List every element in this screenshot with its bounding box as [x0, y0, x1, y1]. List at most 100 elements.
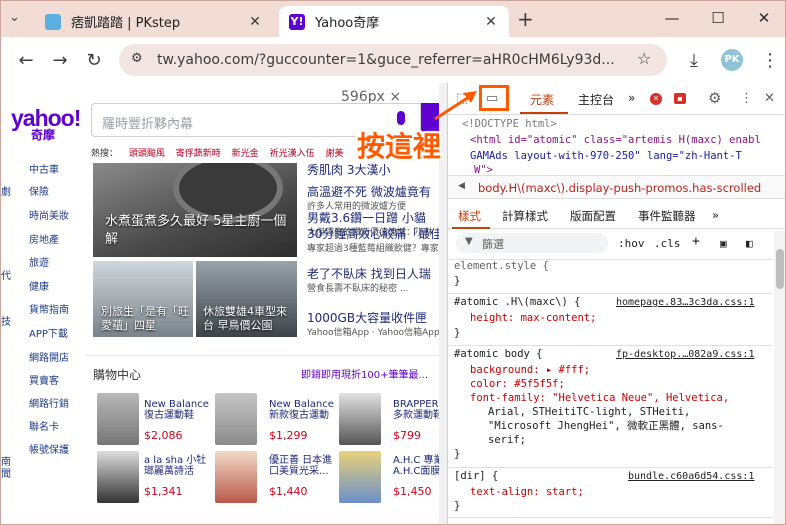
address-bar[interactable]: ⚙ tw.yahoo.com/?guccounter=1&guce_referr… — [119, 44, 667, 76]
category-edge[interactable]: 技 — [1, 313, 11, 328]
category-item[interactable]: 網路開店 — [29, 349, 69, 364]
add-rule-icon[interactable]: + — [692, 234, 700, 249]
reload-button[interactable]: ↻ — [81, 48, 107, 74]
category-item[interactable]: 網路行銷 — [29, 395, 69, 410]
news-headline[interactable]: 男戴3.6鑽一日蹭 小貓 — [307, 209, 426, 226]
profile-avatar[interactable]: PK — [721, 49, 743, 71]
subtab-more[interactable]: » — [712, 208, 719, 222]
paint-icon[interactable]: ▣ — [720, 237, 727, 250]
styles-scroll-thumb[interactable] — [776, 249, 784, 289]
news-thumb-2-caption[interactable]: 休旅雙雄4車型來台 早鳥價公園 — [203, 305, 295, 333]
product-image[interactable] — [215, 393, 257, 445]
breadcrumb-text[interactable]: body.H\(maxc\).display-push-promos.has-s… — [478, 181, 761, 195]
site-info-icon[interactable]: ⚙ — [131, 51, 143, 66]
category-item[interactable]: 房地產 — [29, 231, 59, 246]
tab-pkstep[interactable]: 痞凱踏踏 | PKstep ✕ — [35, 6, 273, 37]
product-name[interactable]: 口美質光采... — [269, 466, 329, 478]
styles-filter-input[interactable]: ▼ 篩選 — [456, 233, 608, 253]
cls-toggle[interactable]: .cls — [654, 237, 681, 250]
shop-promo-link[interactable]: 即銷即用現折100+筆筆最... — [301, 366, 428, 381]
news-main-caption[interactable]: 水煮蛋煮多久最好 5星主廚一個解 — [105, 213, 295, 249]
forward-button[interactable]: → — [47, 48, 73, 74]
rule-property[interactable]: background: ▸ #fff; — [470, 363, 590, 378]
code-html-line2[interactable]: GAMAds layout-with-970-250" lang="zh-Han… — [470, 149, 742, 164]
close-tab-icon[interactable]: ✕ — [483, 14, 499, 30]
category-edge[interactable]: 代 — [1, 267, 11, 282]
breadcrumb-left-icon[interactable]: ◀ — [458, 181, 465, 191]
category-edge[interactable]: 劇 — [1, 183, 11, 198]
category-item[interactable]: APP下載 — [29, 325, 68, 340]
error-badge-icon[interactable]: ✕ — [650, 93, 662, 105]
news-headline[interactable]: 30分鐘高效心絞痛「最佳 — [307, 225, 442, 242]
hov-toggle[interactable]: :hov — [618, 237, 645, 250]
rule-property[interactable]: font-family: "Helvetica Neue", Helvetica… — [470, 391, 729, 406]
news-thumb-1-caption[interactable]: 別旅生「是有「旺愛蘊」四星 — [101, 305, 189, 333]
rule-property[interactable]: color: #5f5f5f; — [470, 377, 565, 392]
product-name[interactable]: 復古運動鞋 — [144, 410, 194, 422]
category-edge[interactable]: 聞 — [1, 465, 11, 480]
category-item[interactable]: 中古車 — [29, 161, 59, 176]
product-image[interactable] — [97, 393, 139, 445]
hot-item[interactable]: 寄俘蔬新時 — [176, 149, 221, 159]
rule-source-link[interactable]: bundle.c60a6d54.css:1 — [628, 471, 754, 482]
product-image[interactable] — [339, 393, 381, 445]
sidebar-toggle-icon[interactable]: ◧ — [746, 237, 753, 250]
rule-selector[interactable]: #atomic body { — [454, 347, 543, 362]
styles-scrollbar[interactable] — [774, 231, 785, 524]
tab-yahoo[interactable]: Y! Yahoo奇摩 ✕ — [279, 6, 509, 37]
tab-elements[interactable]: 元素 — [530, 91, 554, 108]
rule-selector[interactable]: [dir] { — [454, 469, 498, 484]
hot-item[interactable]: 謝美 — [325, 149, 343, 159]
download-icon[interactable]: ⤓ — [681, 48, 707, 74]
product-name[interactable]: 瑯麗萬詩活 — [144, 466, 194, 478]
product-name[interactable]: 多款運動鞋 — [393, 410, 443, 422]
settings-gear-icon[interactable]: ⚙ — [708, 89, 721, 107]
rule-property-cont[interactable]: Arial, STHeitiTC-light, STHeiti, — [488, 405, 690, 420]
code-html-open[interactable]: <html id="atomic" class="artemis H(maxc)… — [470, 133, 761, 148]
back-button[interactable]: ← — [13, 48, 39, 74]
category-item[interactable]: 帳號保護 — [29, 441, 69, 456]
close-window-button[interactable]: ✕ — [749, 7, 779, 29]
rule-property[interactable]: height: max-content; — [470, 311, 596, 326]
category-item[interactable]: 聯名卡 — [29, 418, 59, 433]
rule-property[interactable]: text-align: start; — [470, 485, 584, 500]
subtab-computed[interactable]: 計算樣式 — [502, 208, 548, 224]
maximize-button[interactable]: ☐ — [703, 7, 733, 29]
subtab-event-listeners[interactable]: 事件監聽器 — [638, 208, 696, 224]
product-image[interactable] — [339, 451, 381, 503]
product-image[interactable] — [97, 451, 139, 503]
bookmark-star-icon[interactable]: ☆ — [637, 49, 651, 68]
more-tabs-button[interactable]: » — [628, 91, 635, 105]
news-headline[interactable]: 高溫避不死 微波爐竟有 — [307, 183, 431, 200]
minimize-button[interactable]: — — [657, 7, 687, 29]
new-tab-button[interactable]: + — [517, 7, 534, 31]
subtab-styles[interactable]: 樣式 — [458, 208, 481, 224]
news-headline[interactable]: 1000GB大容量收件匣 — [307, 309, 427, 326]
devtools-menu-icon[interactable]: ⋮ — [740, 91, 753, 106]
rule-property-cont[interactable]: "Microsoft JhengHei", 微軟正黑體, sans- — [488, 419, 724, 434]
message-badge-icon[interactable]: ▪ — [674, 93, 686, 104]
close-devtools-icon[interactable]: ✕ — [764, 91, 775, 106]
mic-icon[interactable] — [397, 111, 405, 125]
tab-console[interactable]: 主控台 — [578, 91, 614, 108]
category-item[interactable]: 保險 — [29, 183, 49, 198]
category-item[interactable]: 貨幣指南 — [29, 301, 69, 316]
rule-selector[interactable]: element.style { — [454, 259, 549, 274]
subtab-layout[interactable]: 版面配置 — [570, 208, 616, 224]
rule-selector[interactable]: #atomic .H\(maxc\) { — [454, 295, 580, 310]
product-image[interactable] — [215, 451, 257, 503]
rule-property-cont[interactable]: serif; — [488, 433, 526, 448]
hot-item[interactable]: 頭頭颱風 — [129, 149, 165, 159]
rule-source-link[interactable]: homepage.83…3c3da.css:1 — [616, 297, 754, 308]
category-item[interactable]: 健康 — [29, 278, 49, 293]
close-tab-icon[interactable]: ✕ — [247, 14, 263, 30]
news-headline[interactable]: 老了不臥床 找到日人瑞 — [307, 265, 431, 282]
category-item[interactable]: 買賣客 — [29, 372, 59, 387]
category-item[interactable]: 旅遊 — [29, 254, 49, 269]
product-name[interactable]: 新款復古運動 — [269, 410, 329, 422]
category-item[interactable]: 時尚美妝 — [29, 207, 69, 222]
hot-item[interactable]: 新光金 — [232, 149, 259, 159]
breadcrumb[interactable]: ◀ body.H\(maxc\).display-push-promos.has… — [448, 175, 785, 199]
menu-icon[interactable]: ⋮ — [757, 48, 783, 74]
hot-item[interactable]: 祈光漢入伍 — [270, 149, 315, 159]
